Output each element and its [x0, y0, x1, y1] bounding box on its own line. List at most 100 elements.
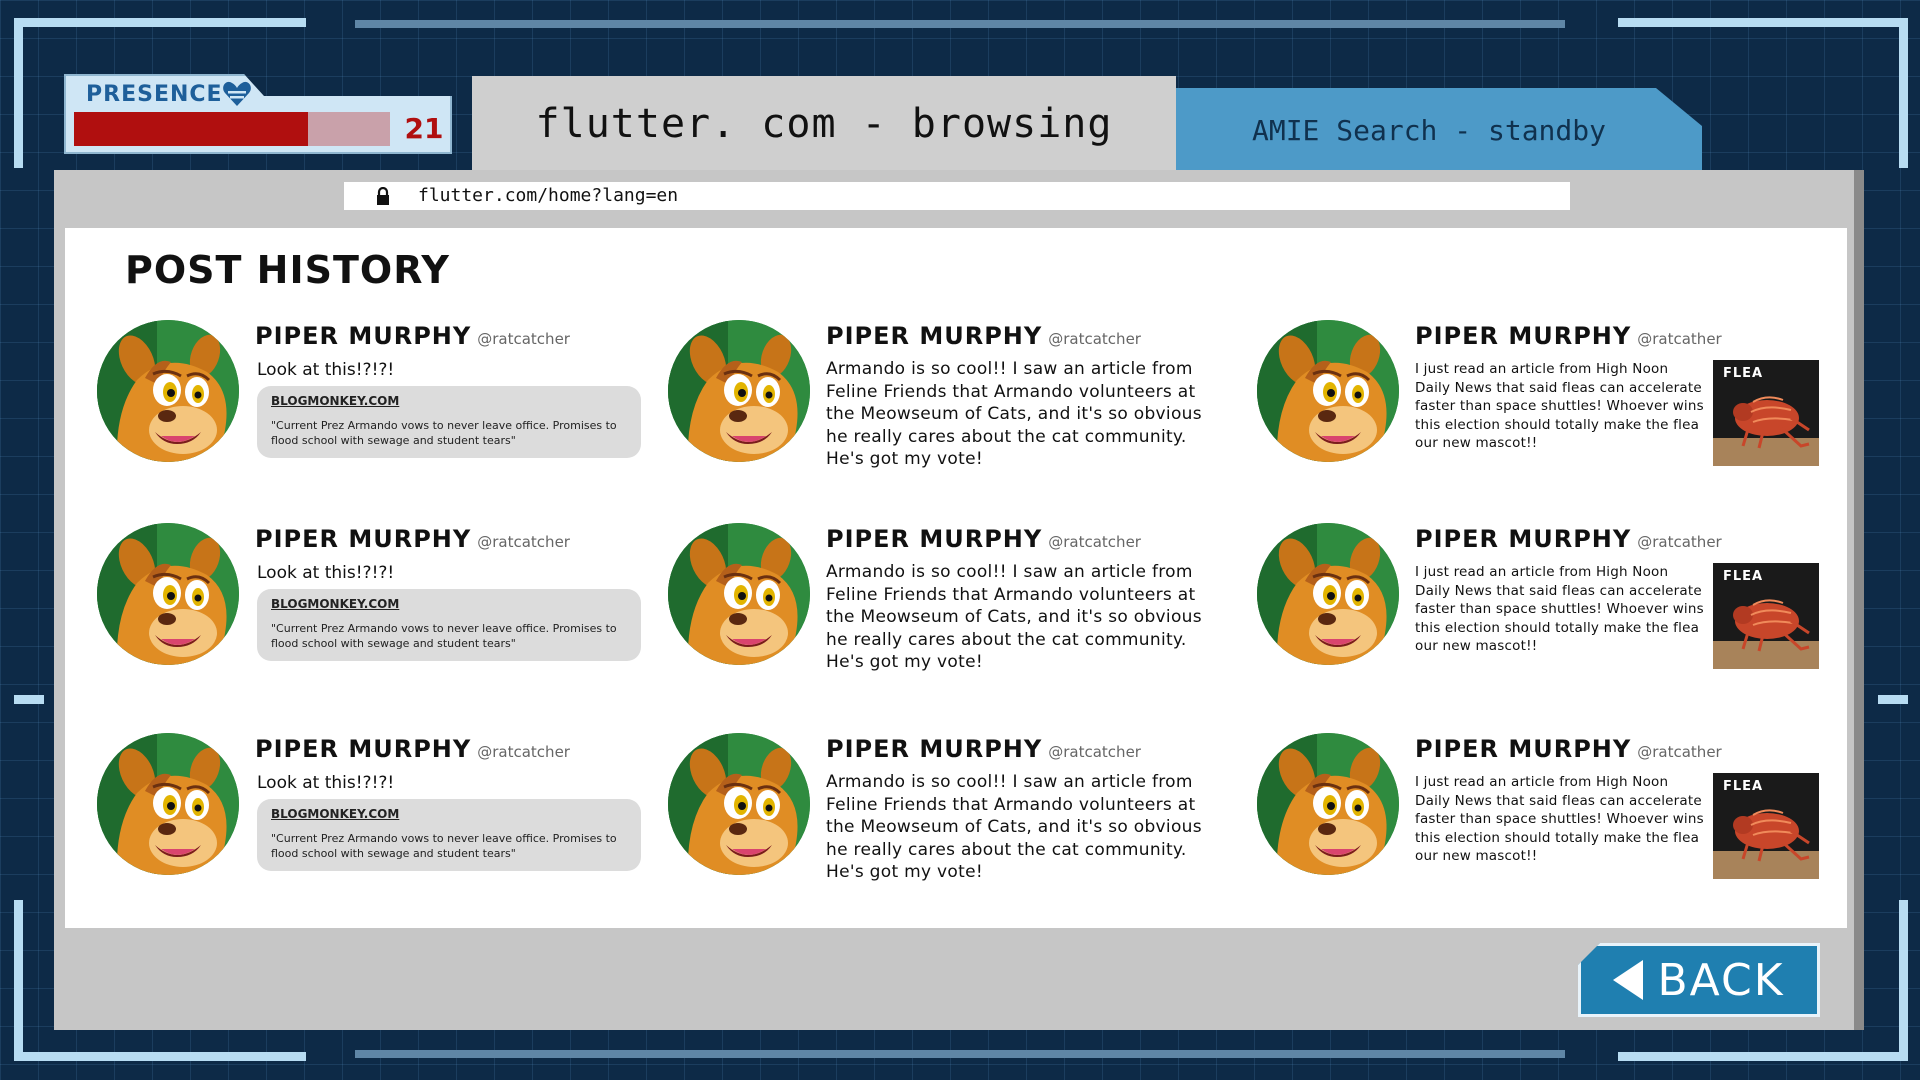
tab-flutter-label: flutter. com - browsing — [535, 101, 1113, 147]
avatar[interactable] — [97, 523, 239, 665]
flea-image[interactable]: FLEA — [1713, 773, 1819, 879]
avatar[interactable] — [97, 733, 239, 875]
post-text: I just read an article from High Noon Da… — [1415, 361, 1704, 451]
tab-amie-label: AMIE Search - standby — [1251, 113, 1606, 147]
author-handle: @ratcatcher — [477, 330, 570, 348]
link-preview[interactable]: BLOGMONKEY.COM "Current Prez Armando vow… — [257, 799, 641, 871]
avatar[interactable] — [1257, 320, 1399, 462]
frame-bottom-left-v — [14, 900, 23, 1061]
link-preview[interactable]: BLOGMONKEY.COM "Current Prez Armando vow… — [257, 386, 641, 458]
frame-right-bracket — [1878, 695, 1908, 704]
post-author: PIPER MURPHY @ratcather — [1415, 525, 1722, 553]
author-name: PIPER MURPHY — [826, 525, 1043, 553]
post-author: PIPER MURPHY @ratcatcher — [255, 525, 570, 553]
presence-label: PRESENCE — [86, 82, 223, 107]
post-author: PIPER MURPHY @ratcather — [1415, 322, 1722, 350]
address-bar[interactable]: flutter.com/home?lang=en — [344, 182, 1570, 210]
post-card[interactable]: PIPER MURPHY @ratcather I just read an ar… — [1257, 523, 1827, 683]
presence-count: 21 — [404, 112, 444, 145]
author-handle: @ratcather — [1637, 330, 1722, 348]
flea-image-label: FLEA — [1723, 366, 1764, 381]
post-text: I just read an article from High Noon Da… — [1415, 774, 1704, 864]
author-name: PIPER MURPHY — [1415, 322, 1632, 350]
link-domain[interactable]: BLOGMONKEY.COM — [271, 597, 399, 611]
avatar[interactable] — [668, 733, 810, 875]
author-name: PIPER MURPHY — [255, 322, 472, 350]
frame-top-center — [355, 20, 1565, 28]
post-card[interactable]: PIPER MURPHY @ratcatcher Armando is so co… — [668, 320, 1228, 480]
link-description: "Current Prez Armando vows to never leav… — [271, 419, 617, 447]
link-preview[interactable]: BLOGMONKEY.COM "Current Prez Armando vow… — [257, 589, 641, 661]
frame-bottom-right-h — [1618, 1052, 1908, 1061]
post-text: Armando is so cool!! I saw an article fr… — [826, 772, 1202, 882]
frame-top-left-h — [14, 18, 306, 27]
flea-image[interactable]: FLEA — [1713, 563, 1819, 669]
tab-flutter-browsing[interactable]: flutter. com - browsing — [472, 76, 1176, 172]
back-arrow-icon — [1613, 960, 1644, 1000]
post-card[interactable]: PIPER MURPHY @ratcatcher Armando is so co… — [668, 523, 1228, 683]
author-handle: @ratcatcher — [477, 533, 570, 551]
tab-amie-search[interactable]: AMIE Search - standby — [1176, 88, 1702, 172]
frame-top-left-v — [14, 18, 23, 168]
post-card[interactable]: PIPER MURPHY @ratcatcher Look at this!?!?… — [97, 733, 657, 883]
link-description: "Current Prez Armando vows to never leav… — [271, 832, 617, 860]
post-text: Look at this!?!?! — [257, 563, 395, 583]
author-name: PIPER MURPHY — [255, 525, 472, 553]
page-title: POST HISTORY — [125, 248, 450, 292]
post-text: Look at this!?!?! — [257, 360, 395, 380]
post-text: Armando is so cool!! I saw an article fr… — [826, 359, 1202, 469]
post-author: PIPER MURPHY @ratcatcher — [255, 322, 570, 350]
author-name: PIPER MURPHY — [1415, 735, 1632, 763]
post-author: PIPER MURPHY @ratcather — [1415, 735, 1722, 763]
avatar[interactable] — [1257, 523, 1399, 665]
frame-top-right-v — [1899, 18, 1908, 168]
browser-window: flutter.com/home?lang=en POST HISTORY PI… — [54, 170, 1864, 1030]
presence-meter: PRESENCE 21 — [64, 74, 452, 154]
heart-icon — [223, 81, 251, 106]
avatar[interactable] — [668, 523, 810, 665]
post-card[interactable]: PIPER MURPHY @ratcatcher Armando is so co… — [668, 733, 1228, 893]
author-handle: @ratcatcher — [1048, 330, 1141, 348]
post-author: PIPER MURPHY @ratcatcher — [255, 735, 570, 763]
author-handle: @ratcatcher — [1048, 743, 1141, 761]
author-name: PIPER MURPHY — [1415, 525, 1632, 553]
author-name: PIPER MURPHY — [255, 735, 472, 763]
link-domain[interactable]: BLOGMONKEY.COM — [271, 807, 399, 821]
post-text: Armando is so cool!! I saw an article fr… — [826, 562, 1202, 672]
frame-bottom-left-h — [14, 1052, 306, 1061]
post-card[interactable]: PIPER MURPHY @ratcatcher Look at this!?!?… — [97, 320, 657, 470]
frame-bottom-center — [355, 1050, 1565, 1058]
post-text: I just read an article from High Noon Da… — [1415, 564, 1704, 654]
flea-image-label: FLEA — [1723, 569, 1764, 584]
back-button[interactable]: BACK — [1578, 943, 1820, 1017]
frame-bottom-right-v — [1899, 900, 1908, 1061]
author-handle: @ratcather — [1637, 743, 1722, 761]
post-card[interactable]: PIPER MURPHY @ratcatcher Look at this!?!?… — [97, 523, 657, 673]
post-author: PIPER MURPHY @ratcatcher — [826, 322, 1141, 350]
address-bar-url: flutter.com/home?lang=en — [418, 185, 679, 206]
author-name: PIPER MURPHY — [826, 322, 1043, 350]
link-description: "Current Prez Armando vows to never leav… — [271, 622, 617, 650]
post-author: PIPER MURPHY @ratcatcher — [826, 735, 1141, 763]
avatar[interactable] — [668, 320, 810, 462]
post-author: PIPER MURPHY @ratcatcher — [826, 525, 1141, 553]
post-card[interactable]: PIPER MURPHY @ratcather I just read an ar… — [1257, 320, 1827, 480]
post-card[interactable]: PIPER MURPHY @ratcather I just read an ar… — [1257, 733, 1827, 893]
presence-bar — [74, 112, 390, 146]
link-domain[interactable]: BLOGMONKEY.COM — [271, 394, 399, 408]
author-handle: @ratcatcher — [477, 743, 570, 761]
author-handle: @ratcatcher — [1048, 533, 1141, 551]
avatar[interactable] — [1257, 733, 1399, 875]
flea-image[interactable]: FLEA — [1713, 360, 1819, 466]
lock-icon — [377, 187, 389, 205]
back-button-label: BACK — [1657, 954, 1785, 1006]
author-handle: @ratcather — [1637, 533, 1722, 551]
avatar[interactable] — [97, 320, 239, 462]
author-name: PIPER MURPHY — [826, 735, 1043, 763]
presence-bar-fill — [74, 112, 308, 146]
flea-image-label: FLEA — [1723, 779, 1764, 794]
frame-top-right-h — [1618, 18, 1908, 27]
post-text: Look at this!?!?! — [257, 773, 395, 793]
frame-left-bracket — [14, 695, 44, 704]
page-content: POST HISTORY PIPER MURPHY @ratcatcher Loo… — [65, 228, 1847, 928]
